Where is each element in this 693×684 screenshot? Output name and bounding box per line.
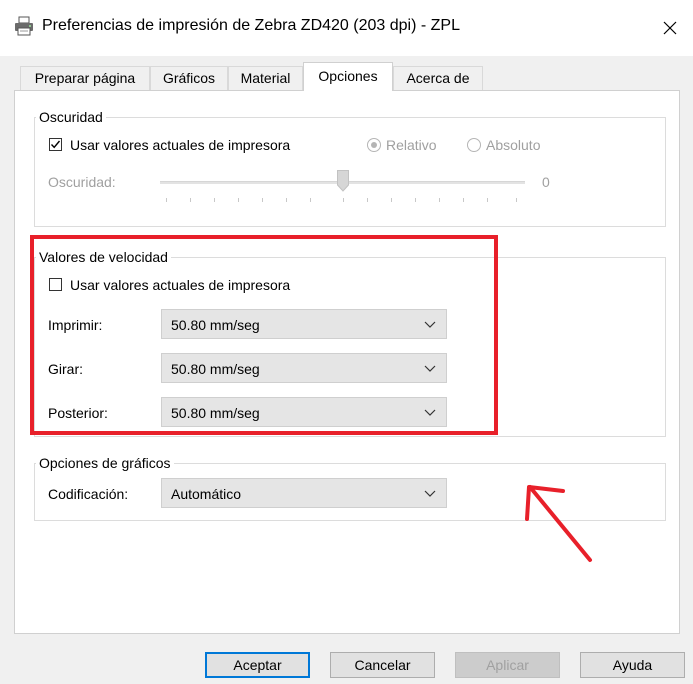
oscuridad-slider-label: Oscuridad: (48, 174, 116, 190)
slider-tick (190, 198, 191, 202)
slider-tick (166, 198, 167, 202)
girar-label: Girar: (48, 361, 83, 377)
oscuridad-slider-value: 0 (542, 174, 550, 190)
slider-tick (367, 198, 368, 202)
graficos-legend: Opciones de gráficos (36, 455, 174, 471)
imprimir-value: 50.80 mm/seg (171, 317, 260, 333)
slider-tick (439, 198, 440, 202)
checkmark-icon (50, 140, 61, 149)
aplicar-button[interactable]: Aplicar (455, 652, 560, 678)
slider-tick (238, 198, 239, 202)
tab-acerca-de[interactable]: Acerca de (393, 66, 483, 90)
codificacion-value: Automático (171, 486, 242, 502)
slider-tick (463, 198, 464, 202)
girar-value: 50.80 mm/seg (171, 361, 260, 377)
girar-select[interactable]: 50.80 mm/seg (161, 353, 447, 383)
chevron-down-icon (424, 365, 436, 372)
cancelar-button[interactable]: Cancelar (330, 652, 435, 678)
oscuridad-slider-thumb[interactable] (337, 170, 349, 192)
window-title: Preferencias de impresión de Zebra ZD420… (42, 17, 460, 34)
slider-tick (214, 198, 215, 202)
radio-absoluto[interactable] (467, 138, 481, 152)
radio-absoluto-label: Absoluto (486, 137, 541, 153)
radio-relativo-label: Relativo (386, 137, 437, 153)
close-icon (663, 21, 677, 35)
slider-tick (262, 198, 263, 202)
ayuda-button[interactable]: Ayuda (580, 652, 685, 678)
slider-tick (343, 198, 344, 202)
oscuridad-legend: Oscuridad (36, 109, 106, 125)
slider-tick (415, 198, 416, 202)
velocidad-use-printer-checkbox[interactable] (49, 278, 62, 291)
oscuridad-group (34, 117, 666, 227)
chevron-down-icon (424, 490, 436, 497)
slider-tick (487, 198, 488, 202)
imprimir-select[interactable]: 50.80 mm/seg (161, 309, 447, 339)
imprimir-label: Imprimir: (48, 317, 103, 333)
title-bar: Preferencias de impresión de Zebra ZD420… (0, 0, 693, 56)
oscuridad-use-printer-checkbox[interactable] (49, 138, 62, 151)
tab-material[interactable]: Material (228, 66, 303, 90)
velocidad-legend: Valores de velocidad (36, 249, 171, 265)
radio-relativo[interactable] (367, 138, 381, 152)
close-button[interactable] (647, 0, 693, 56)
posterior-value: 50.80 mm/seg (171, 405, 260, 421)
slider-tick (391, 198, 392, 202)
chevron-down-icon (424, 409, 436, 416)
codificacion-label: Codificación: (48, 486, 129, 502)
posterior-label: Posterior: (48, 405, 108, 421)
oscuridad-use-printer-label: Usar valores actuales de impresora (70, 137, 291, 153)
slider-tick (310, 198, 311, 202)
tab-preparar-pagina[interactable]: Preparar página (20, 66, 150, 90)
tab-opciones[interactable]: Opciones (303, 62, 393, 91)
codificacion-select[interactable]: Automático (161, 478, 447, 508)
velocidad-use-printer-label: Usar valores actuales de impresora (70, 277, 291, 293)
posterior-select[interactable]: 50.80 mm/seg (161, 397, 447, 427)
slider-tick (286, 198, 287, 202)
aceptar-button[interactable]: Aceptar (205, 652, 310, 678)
slider-tick (516, 198, 517, 202)
tab-graficos[interactable]: Gráficos (150, 66, 228, 90)
printer-icon (14, 16, 34, 36)
options-panel: Oscuridad Usar valores actuales de impre… (14, 90, 680, 634)
chevron-down-icon (424, 321, 436, 328)
